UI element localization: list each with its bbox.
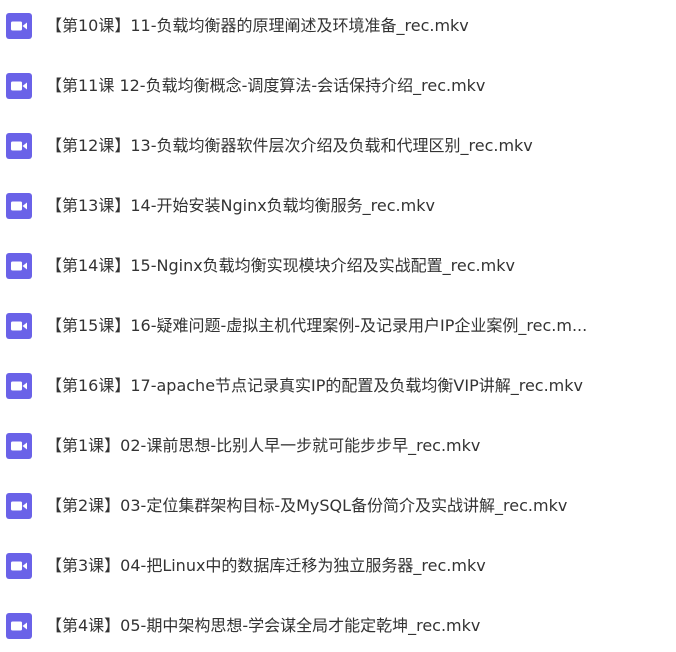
video-file-icon (6, 553, 32, 579)
file-name[interactable]: 【第4课】05-期中架构思想-学会谋全局才能定乾坤_rec.mkv (46, 615, 661, 637)
file-name[interactable]: 【第1课】02-课前思想-比别人早一步就可能步步早_rec.mkv (46, 435, 661, 457)
file-name[interactable]: 【第11课 12-负载均衡概念-调度算法-会话保持介绍_rec.mkv (46, 75, 661, 97)
video-file-icon (6, 13, 32, 39)
file-row[interactable]: 【第14课】15-Nginx负载均衡实现模块介绍及实战配置_rec.mkv (0, 248, 676, 288)
file-row[interactable]: 【第10课】11-负载均衡器的原理阐述及环境准备_rec.mkv (0, 8, 676, 48)
file-row[interactable]: 【第4课】05-期中架构思想-学会谋全局才能定乾坤_rec.mkv (0, 608, 676, 648)
video-file-icon (6, 193, 32, 219)
file-row[interactable]: 【第15课】16-疑难问题-虚拟主机代理案例-及记录用户IP企业案例_rec.m… (0, 308, 676, 348)
video-file-icon (6, 253, 32, 279)
file-name[interactable]: 【第14课】15-Nginx负载均衡实现模块介绍及实战配置_rec.mkv (46, 255, 661, 277)
video-file-icon (6, 313, 32, 339)
file-name[interactable]: 【第16课】17-apache节点记录真实IP的配置及负载均衡VIP讲解_rec… (46, 375, 661, 397)
file-name[interactable]: 【第2课】03-定位集群架构目标-及MySQL备份简介及实战讲解_rec.mkv (46, 495, 661, 517)
file-name[interactable]: 【第15课】16-疑难问题-虚拟主机代理案例-及记录用户IP企业案例_rec.m… (46, 315, 661, 337)
video-file-icon (6, 73, 32, 99)
file-row[interactable]: 【第11课 12-负载均衡概念-调度算法-会话保持介绍_rec.mkv (0, 68, 676, 108)
file-name[interactable]: 【第3课】04-把Linux中的数据库迁移为独立服务器_rec.mkv (46, 555, 661, 577)
file-row[interactable]: 【第1课】02-课前思想-比别人早一步就可能步步早_rec.mkv (0, 428, 676, 468)
file-row[interactable]: 【第13课】14-开始安装Nginx负载均衡服务_rec.mkv (0, 188, 676, 228)
file-name[interactable]: 【第10课】11-负载均衡器的原理阐述及环境准备_rec.mkv (46, 15, 661, 37)
file-row[interactable]: 【第16课】17-apache节点记录真实IP的配置及负载均衡VIP讲解_rec… (0, 368, 676, 408)
video-file-icon (6, 133, 32, 159)
video-file-icon (6, 433, 32, 459)
file-name[interactable]: 【第12课】13-负载均衡器软件层次介绍及负载和代理区别_rec.mkv (46, 135, 661, 157)
file-list: 【第10课】11-负载均衡器的原理阐述及环境准备_rec.mkv 【第11课 1… (0, 0, 676, 652)
video-file-icon (6, 613, 32, 639)
video-file-icon (6, 493, 32, 519)
file-row[interactable]: 【第2课】03-定位集群架构目标-及MySQL备份简介及实战讲解_rec.mkv (0, 488, 676, 528)
video-file-icon (6, 373, 32, 399)
file-row[interactable]: 【第3课】04-把Linux中的数据库迁移为独立服务器_rec.mkv (0, 548, 676, 588)
file-row[interactable]: 【第12课】13-负载均衡器软件层次介绍及负载和代理区别_rec.mkv (0, 128, 676, 168)
file-name[interactable]: 【第13课】14-开始安装Nginx负载均衡服务_rec.mkv (46, 195, 661, 217)
